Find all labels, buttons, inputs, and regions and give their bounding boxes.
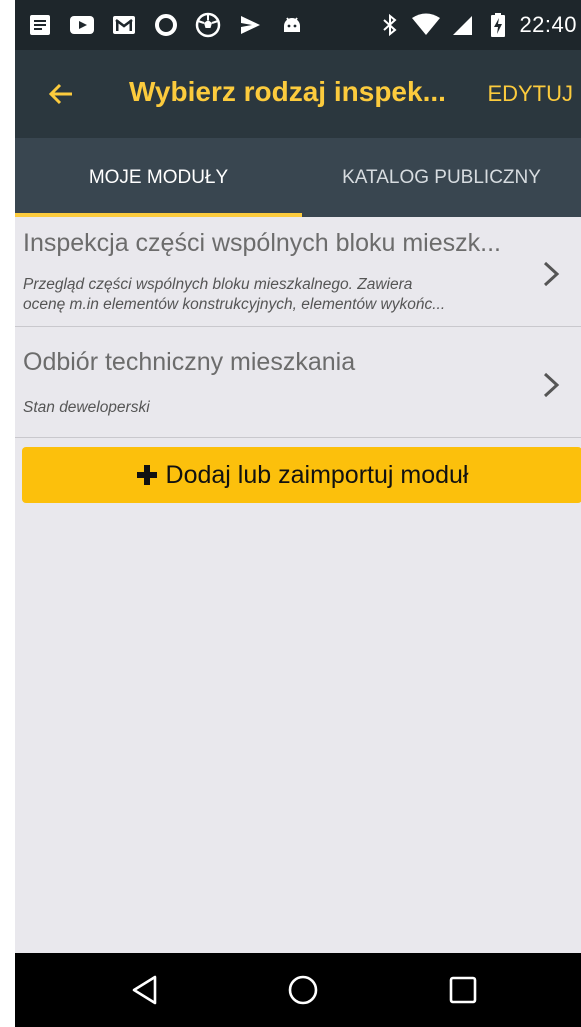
arrow-left-icon	[48, 83, 72, 105]
home-circle-icon	[288, 975, 318, 1005]
android-icon	[277, 10, 307, 40]
tab-public-catalog[interactable]: KATALOG PUBLICZNY	[302, 138, 581, 217]
clock: 22:40	[519, 12, 577, 37]
module-title: Inspekcja części wspólnych bloku mieszk.…	[23, 229, 501, 257]
module-description: Przegląd części wspólnych bloku mieszkal…	[23, 275, 533, 315]
youtube-icon	[67, 10, 97, 40]
navigation-bar	[15, 953, 581, 1027]
chevron-right-icon	[543, 372, 560, 398]
divider	[15, 326, 581, 327]
nav-recents-button[interactable]	[433, 966, 493, 1014]
screen: 22:40 Wybierz rodzaj inspek... EDYTUJ MO…	[0, 0, 581, 1027]
divider	[15, 437, 581, 438]
page-title: Wybierz rodzaj inspek...	[129, 76, 446, 107]
gmail-icon	[109, 10, 139, 40]
description-line: ocenę m.in elementów konstrukcyjnych, el…	[23, 296, 446, 313]
system-indicators: 22:40	[375, 10, 581, 40]
nav-back-button[interactable]	[115, 966, 175, 1014]
screen-edge	[0, 0, 15, 1027]
module-title: Odbiór techniczny mieszkania	[23, 348, 356, 376]
notes-icon	[25, 10, 55, 40]
status-bar: 22:40	[15, 0, 581, 50]
plus-icon	[136, 465, 157, 485]
tab-my-modules[interactable]: MOJE MODUŁY	[15, 138, 302, 217]
recents-square-icon	[449, 976, 477, 1004]
wifi-icon	[411, 10, 441, 40]
chevron-right-icon	[543, 261, 560, 287]
soccer-ball-icon	[193, 10, 223, 40]
add-module-label: Dodaj lub zaimportuj moduł	[165, 460, 469, 489]
description-line: Stan deweloperski	[23, 399, 150, 416]
list-item[interactable]: Odbiór techniczny mieszkania Stan dewelo…	[15, 328, 581, 438]
send-icon	[235, 10, 265, 40]
list-item[interactable]: Inspekcja części wspólnych bloku mieszk.…	[15, 217, 581, 327]
circle-app-icon	[151, 10, 181, 40]
description-line: Przegląd części wspólnych bloku mieszkal…	[23, 276, 413, 293]
back-button[interactable]	[37, 70, 85, 118]
battery-charging-icon	[483, 10, 513, 40]
back-triangle-icon	[132, 975, 157, 1005]
edit-button[interactable]: EDYTUJ	[487, 72, 573, 116]
bluetooth-icon	[375, 10, 405, 40]
tab-bar: MOJE MODUŁY KATALOG PUBLICZNY	[15, 138, 581, 217]
add-module-button[interactable]: Dodaj lub zaimportuj moduł	[22, 447, 581, 503]
app-bar: Wybierz rodzaj inspek... EDYTUJ	[15, 50, 581, 138]
module-description: Stan deweloperski	[23, 398, 533, 418]
nav-home-button[interactable]	[273, 966, 333, 1014]
signal-icon	[447, 10, 477, 40]
notification-icons	[25, 10, 307, 40]
phone-screen: 22:40 Wybierz rodzaj inspek... EDYTUJ MO…	[15, 0, 581, 1027]
